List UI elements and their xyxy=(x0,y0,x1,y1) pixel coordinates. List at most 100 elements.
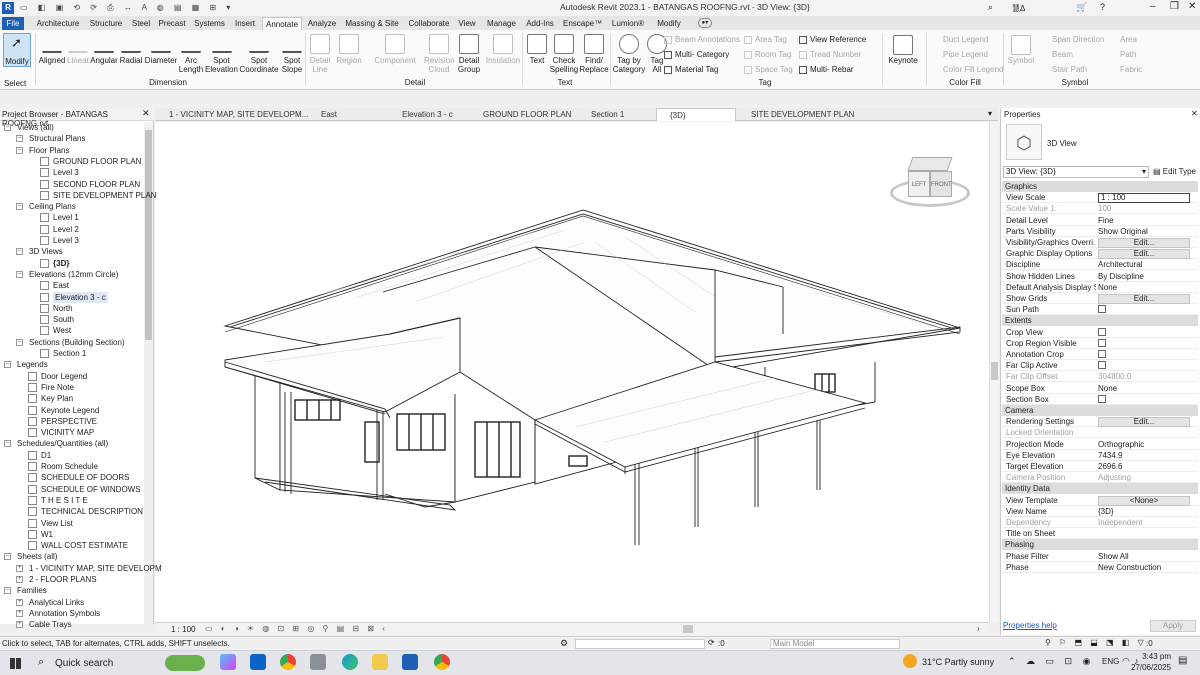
symbol-label[interactable]: Symbol xyxy=(1003,56,1039,65)
tab-analyze[interactable]: Analyze xyxy=(307,17,337,30)
tree-toggle-icon[interactable]: – xyxy=(16,146,23,154)
property-value[interactable] xyxy=(1098,360,1194,372)
tree-toggle-icon[interactable]: + xyxy=(16,564,23,572)
tree-toggle-icon[interactable]: – xyxy=(16,338,23,346)
dim-angular-icon[interactable] xyxy=(94,33,114,53)
canvas-scrollbar[interactable] xyxy=(989,122,998,622)
detail-detail-group-button[interactable]: Detail Group xyxy=(455,56,483,74)
browser-item[interactable]: South xyxy=(53,314,74,325)
sync-icon[interactable]: ⟳ xyxy=(708,638,715,647)
browser-item[interactable]: Fire Note xyxy=(41,382,74,393)
tab-annotate[interactable]: Annotate xyxy=(262,17,302,30)
detail-component-button[interactable]: Component xyxy=(373,56,417,65)
detail-insulation-button[interactable]: Insulation xyxy=(485,56,521,65)
dim-aligned-icon[interactable] xyxy=(42,33,62,53)
text-text-icon[interactable] xyxy=(527,34,547,54)
browser-item[interactable]: Key Plan xyxy=(41,393,73,404)
property-checkbox[interactable] xyxy=(1098,338,1106,347)
property-group-header[interactable]: Graphics xyxy=(1002,181,1198,192)
tree-toggle-icon[interactable]: – xyxy=(16,203,23,211)
tag-small-multi-rebar-button[interactable]: Multi- Rebar xyxy=(810,65,854,75)
browser-item[interactable]: 2 - FLOOR PLANS xyxy=(29,574,97,585)
tab-structure[interactable]: Structure xyxy=(87,17,125,30)
tree-toggle-icon[interactable]: + xyxy=(16,621,23,629)
browser-item[interactable]: Level 2 xyxy=(53,224,79,235)
tree-toggle-icon[interactable]: – xyxy=(4,553,11,561)
tab-view[interactable]: View xyxy=(458,17,476,30)
browser-item[interactable]: Level 1 xyxy=(53,212,79,223)
browser-item[interactable]: 3D Views xyxy=(29,246,63,257)
view-tab[interactable]: 1 - VICINITY MAP, SITE DEVELOPM... xyxy=(156,108,308,121)
worksets-icon[interactable]: ⚙ xyxy=(560,638,568,649)
browser-item[interactable]: Floor Plans xyxy=(29,145,69,156)
property-value[interactable]: 2696.6 xyxy=(1098,461,1194,472)
detail-detail-group-icon[interactable] xyxy=(459,34,479,54)
revit-logo-icon[interactable]: R xyxy=(2,2,14,14)
detail-revision-cloud-button[interactable]: Revision Cloud xyxy=(424,56,455,74)
browser-item[interactable]: Ceiling Plans xyxy=(29,201,76,212)
browser-item[interactable]: VICINITY MAP xyxy=(41,427,94,438)
browser-item[interactable]: Structural Plans xyxy=(29,133,85,144)
property-value[interactable]: Show All xyxy=(1098,551,1194,562)
property-value[interactable]: Edit... xyxy=(1098,237,1194,248)
property-value[interactable]: Fine xyxy=(1098,215,1194,226)
tab-precast[interactable]: Precast xyxy=(157,17,187,30)
tab-file[interactable]: File xyxy=(2,17,24,30)
browser-item[interactable]: GROUND FLOOR PLAN xyxy=(53,156,141,167)
property-group-header[interactable]: Camera xyxy=(1002,405,1198,416)
tag-small-room-tag-button[interactable]: Room Tag xyxy=(755,50,791,60)
tag-panel-label[interactable]: Tag xyxy=(755,78,775,87)
notification-icon[interactable]: ▤ xyxy=(1178,655,1187,666)
dim-spot-elevation-button[interactable]: Spot Elevation xyxy=(205,56,238,74)
property-edit-button[interactable]: <None> xyxy=(1098,495,1190,506)
tab-add-ins[interactable]: Add-Ins xyxy=(525,17,555,30)
tree-toggle-icon[interactable]: + xyxy=(16,598,23,606)
edge-icon[interactable] xyxy=(342,654,358,670)
browser-item[interactable]: Annotation Symbols xyxy=(29,608,100,619)
property-group-header[interactable]: Extents xyxy=(1002,315,1198,327)
chevron-right-icon[interactable]: › xyxy=(977,624,980,633)
tag-small-area-tag-icon[interactable] xyxy=(744,36,752,44)
tab-massing-site[interactable]: Massing & Site xyxy=(344,17,400,30)
property-group-header[interactable]: Phasing xyxy=(1002,539,1198,551)
view-cube-front-face[interactable]: FRONT xyxy=(930,171,952,197)
browser-item[interactable]: North xyxy=(53,303,73,314)
browser-item[interactable]: Legends xyxy=(17,359,48,370)
dim-linear-icon[interactable] xyxy=(68,33,88,53)
clock-date[interactable]: 27/06/2025 xyxy=(1126,663,1171,672)
text-find-replace-icon[interactable] xyxy=(584,34,604,54)
browser-item[interactable]: Sections (Building Section) xyxy=(29,337,125,348)
select-panel-label[interactable]: Select xyxy=(4,79,26,88)
tag-small-area-tag-button[interactable]: Area Tag xyxy=(755,35,787,45)
view-cube[interactable]: LEFT FRONT xyxy=(890,157,970,212)
building-model[interactable] xyxy=(155,122,989,622)
browser-item[interactable]: Elevation 3 - c xyxy=(53,291,108,303)
lizard-widget-icon[interactable] xyxy=(165,655,205,671)
property-value[interactable] xyxy=(1098,327,1194,339)
tab-enscape-[interactable]: Enscape™ xyxy=(563,17,602,30)
type-selector[interactable]: 3D View: {3D} ▾ xyxy=(1003,166,1149,178)
workset-dropdown[interactable] xyxy=(575,639,705,649)
symbol-span-direction-button[interactable]: Span Direction xyxy=(1052,35,1104,45)
dim-spot-slope-button[interactable]: Spot Slope xyxy=(279,56,305,74)
detail-region-icon[interactable] xyxy=(339,34,359,54)
dim-linear-button[interactable]: Linear xyxy=(67,56,89,65)
keynote-icon[interactable] xyxy=(893,35,913,55)
dim-radial-button[interactable]: Radial xyxy=(118,56,144,65)
app-icon[interactable] xyxy=(310,654,326,670)
tag-small-material-tag-button[interactable]: Material Tag xyxy=(675,65,718,75)
dim-diameter-icon[interactable] xyxy=(151,33,171,53)
view-control-icons[interactable]: ▭ ◐ ◑ ☀ ◍ ⊡ ⊞ ◎ ⚲ ▤ ⊟ ⊠ ‹ xyxy=(205,624,395,634)
property-checkbox[interactable] xyxy=(1098,394,1106,403)
view-tab[interactable]: GROUND FLOOR PLAN xyxy=(470,108,571,121)
close-icon[interactable]: ✕ xyxy=(1191,109,1198,118)
tag-small-room-tag-icon[interactable] xyxy=(744,51,752,59)
outlook-icon[interactable] xyxy=(250,654,266,670)
help-icon[interactable]: ? xyxy=(1100,2,1105,12)
symbol-panel-label[interactable]: Symbol xyxy=(1060,78,1090,87)
browser-item[interactable]: Views (all) xyxy=(17,122,54,133)
view-cube-left-face[interactable]: LEFT xyxy=(908,171,930,197)
symbol-stair-path-button[interactable]: Stair Path xyxy=(1052,65,1087,75)
property-value[interactable]: New Construction xyxy=(1098,562,1194,573)
tree-toggle-icon[interactable]: – xyxy=(16,248,23,256)
